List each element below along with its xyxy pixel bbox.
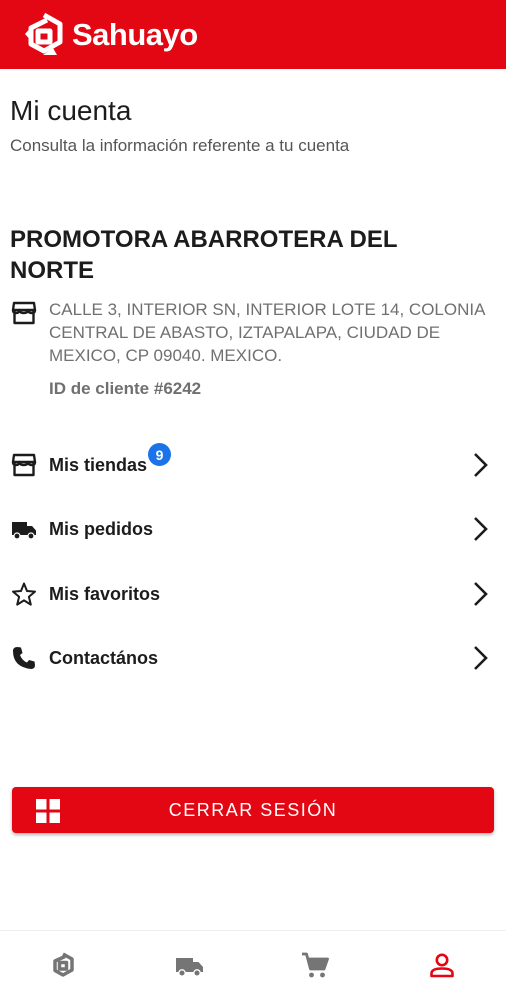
user-icon[interactable] (427, 950, 457, 980)
chevron-right-icon (474, 453, 488, 477)
menu-item-label: Mis favoritos (49, 583, 161, 604)
chevron-right-icon (474, 517, 488, 541)
sahuayo-logo-icon (25, 12, 63, 55)
logout-label: CERRAR SESIÓN (168, 799, 338, 820)
truck-icon (12, 522, 36, 540)
menu-item-mis-pedidos[interactable]: Mis pedidos (0, 504, 506, 554)
cart-icon[interactable] (300, 950, 330, 980)
company-name: PROMOTORA ABARROTERA DEL NORTE (10, 226, 398, 284)
brand-name: Sahuayo (72, 16, 198, 52)
app-header: Sahuayo (0, 0, 506, 69)
menu-item-mis-tiendas[interactable]: Mis tiendas (0, 440, 506, 490)
chevron-right-icon (474, 582, 488, 606)
notification-badge: 9 (148, 443, 171, 466)
grid-icon (36, 799, 60, 823)
truck-icon[interactable] (174, 950, 204, 980)
chevron-right-icon (474, 646, 488, 670)
home-logo-icon[interactable] (48, 950, 78, 980)
logout-button[interactable]: CERRAR SESIÓN (12, 787, 494, 833)
account-address: CALLE 3, INTERIOR SN, INTERIOR LOTE 14, … (49, 300, 485, 365)
menu-item-label: Mis tiendas (49, 454, 148, 475)
menu-item-mis-favoritos[interactable]: Mis favoritos (0, 569, 506, 619)
store-icon (11, 301, 37, 325)
page-title: Mi cuenta (10, 95, 132, 126)
menu-item-label: Contactános (49, 647, 159, 668)
star-icon (12, 582, 36, 606)
phone-icon (13, 647, 35, 669)
menu-item-contactanos[interactable]: Contactános (0, 633, 506, 683)
store-icon (11, 453, 37, 477)
client-id: ID de cliente #6242 (49, 379, 202, 398)
menu-item-label: Mis pedidos (49, 518, 154, 539)
page-subtitle: Consulta la información referente a tu c… (10, 136, 350, 155)
bottom-navigation (0, 930, 506, 1000)
